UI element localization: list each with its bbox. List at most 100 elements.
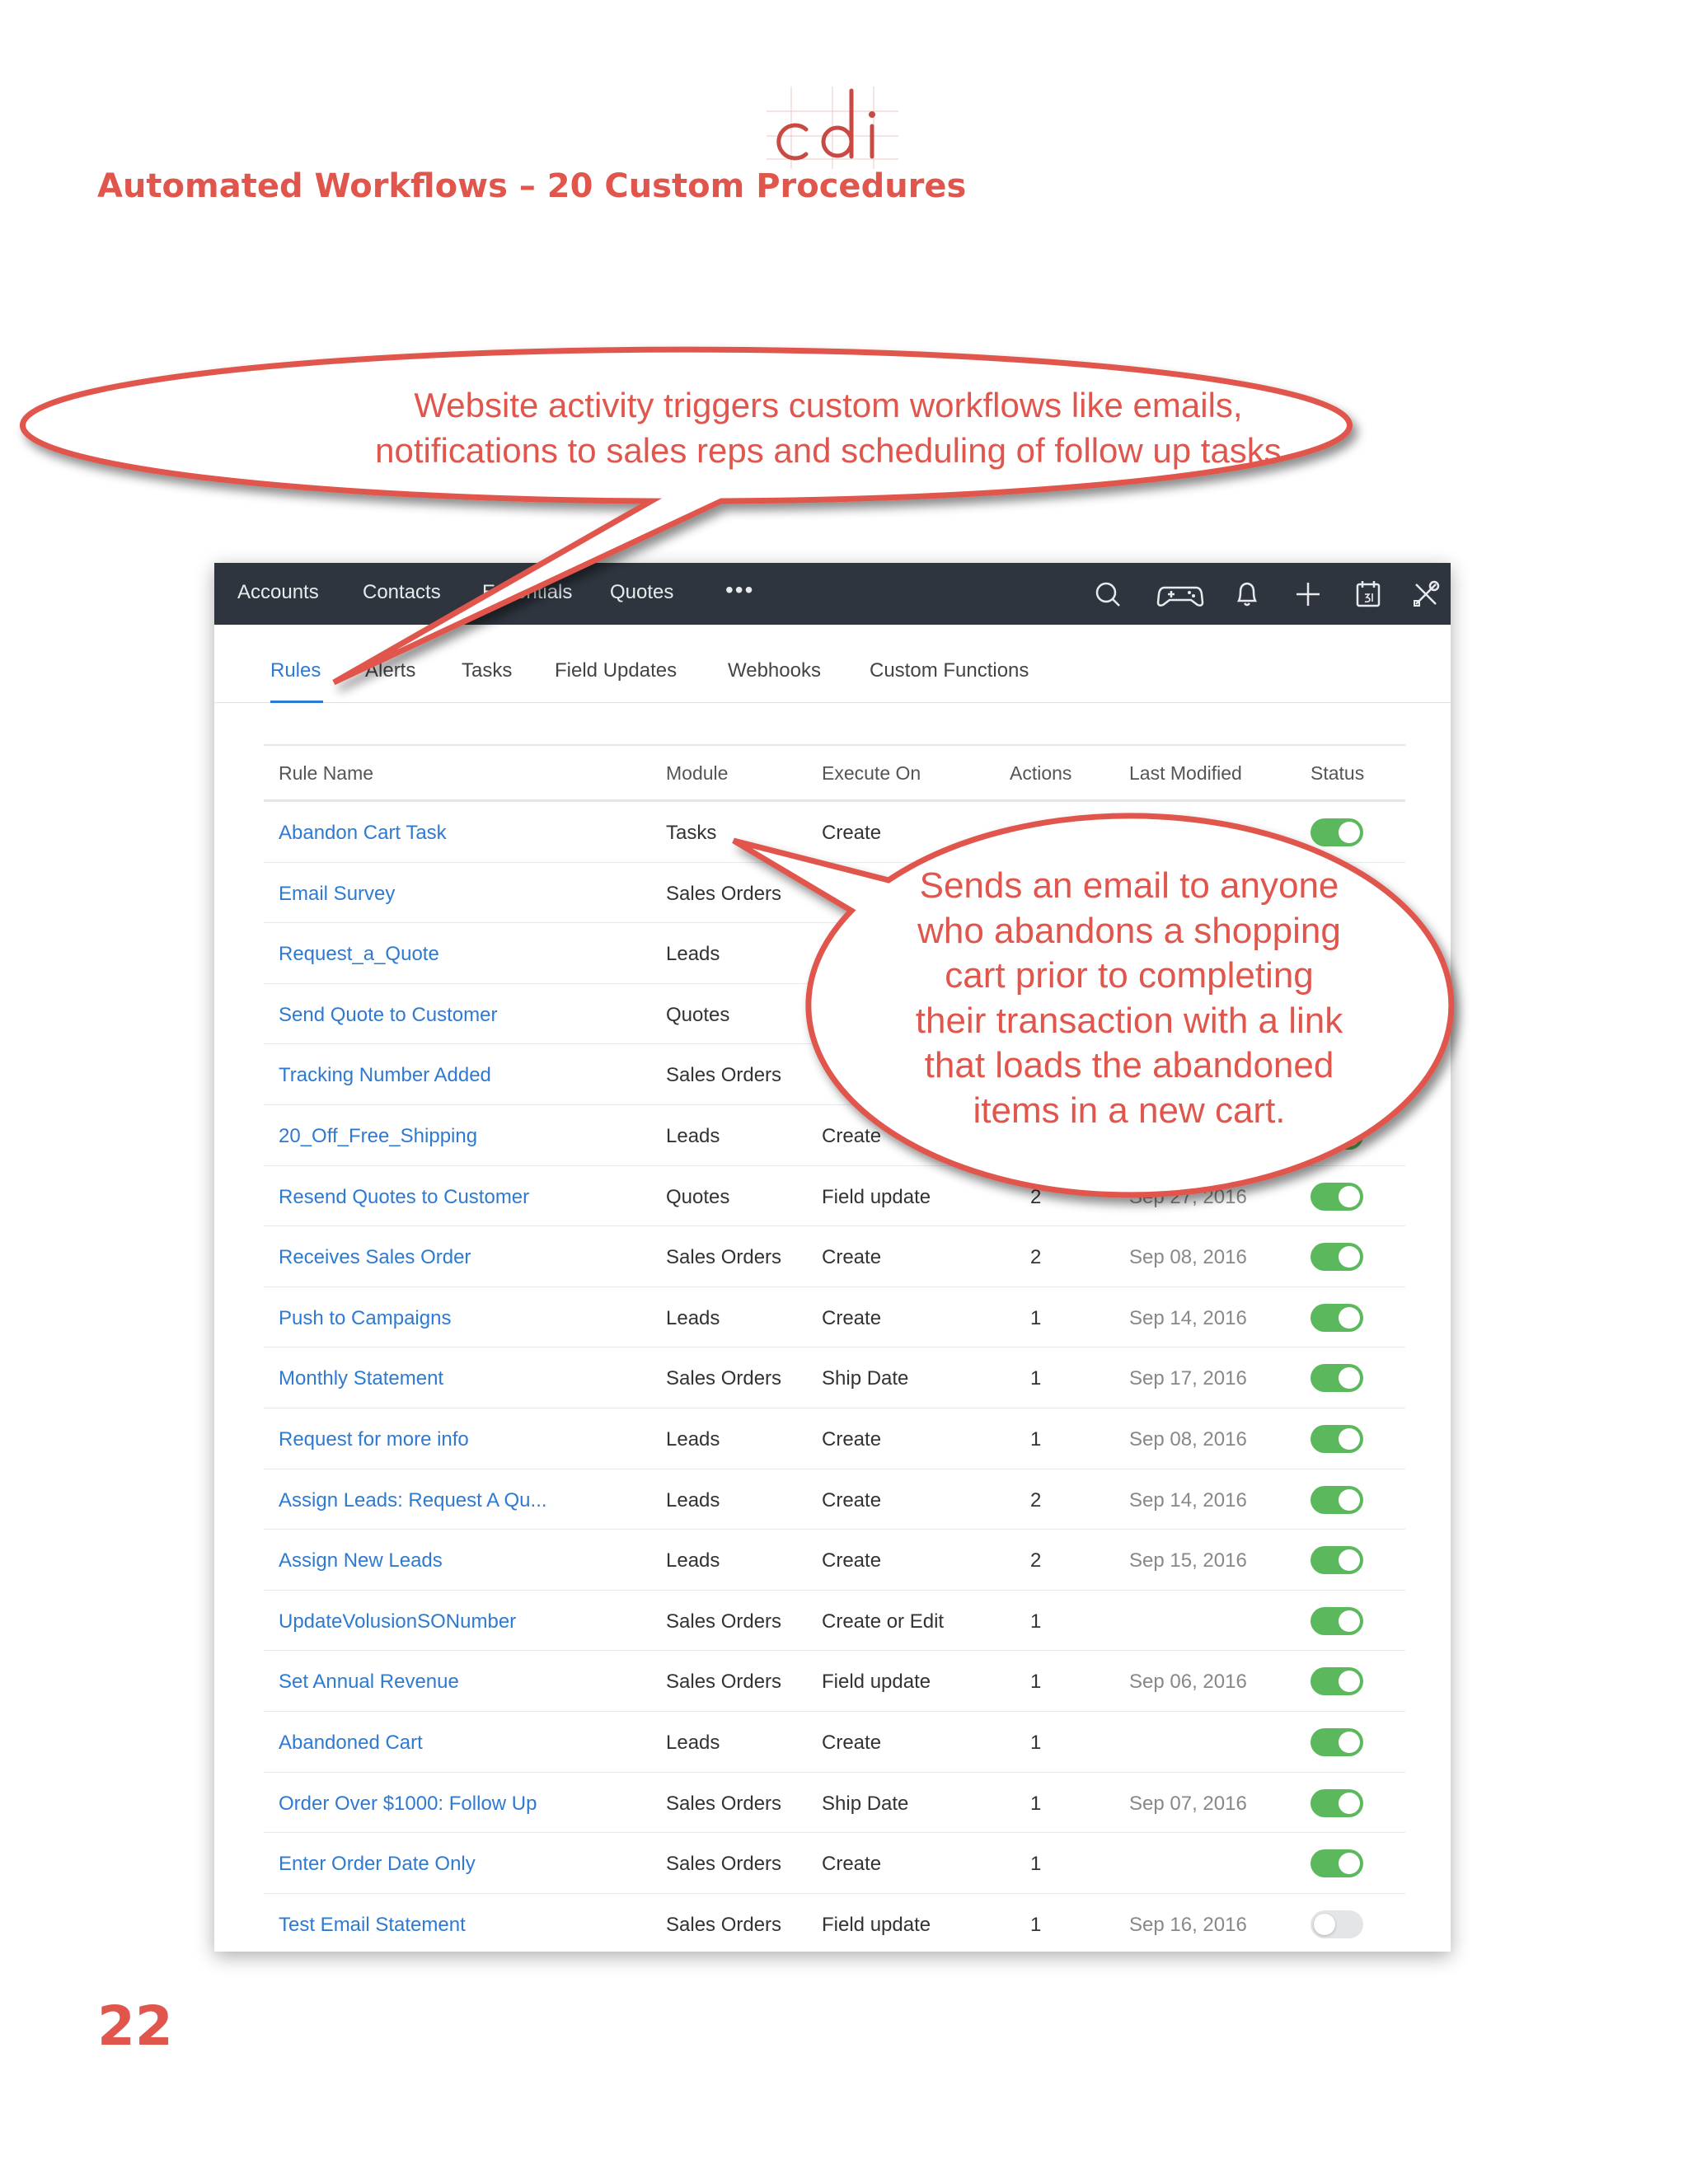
rule-name-link[interactable]: Enter Order Date Only: [279, 1853, 476, 1876]
nav-accounts[interactable]: Accounts: [237, 581, 319, 604]
rule-name-link[interactable]: Resend Quotes to Customer: [279, 1186, 529, 1209]
rule-name-link[interactable]: Assign New Leads: [279, 1549, 443, 1572]
bell-icon[interactable]: [1231, 578, 1264, 611]
module-cell: Leads: [666, 1306, 720, 1329]
rule-name-link[interactable]: Receives Sales Order: [279, 1246, 471, 1269]
rule-name-link[interactable]: Email Survey: [279, 883, 395, 906]
rule-name-link[interactable]: UpdateVolusionSONumber: [279, 1610, 516, 1633]
module-cell: Leads: [666, 1488, 720, 1511]
nav-essentials[interactable]: Essentials: [482, 581, 572, 604]
tab-field-updates[interactable]: Field Updates: [555, 659, 677, 682]
status-toggle[interactable]: [1311, 1485, 1363, 1514]
header-status[interactable]: Status: [1311, 762, 1364, 785]
status-toggle[interactable]: [1311, 1243, 1363, 1272]
table-row[interactable]: Push to Campaigns Leads Create 1 Sep 14, 201…: [264, 1287, 1405, 1348]
last-modified-cell: Sep 14, 2016: [1129, 1488, 1247, 1511]
toggle-knob: [1339, 822, 1360, 843]
rule-name-link[interactable]: Monthly Statement: [279, 1367, 443, 1390]
rule-name-link[interactable]: Abandon Cart Task: [279, 822, 447, 845]
execute-on-cell: Create: [822, 1731, 882, 1754]
actions-count-cell: 1: [1030, 1731, 1042, 1754]
rule-name-link[interactable]: Order Over $1000: Follow Up: [279, 1793, 537, 1816]
module-cell: Sales Orders: [666, 1246, 782, 1269]
actions-count-cell: 1: [1030, 1792, 1042, 1815]
table-row[interactable]: Assign New Leads Leads Create 2 Sep 15, 2016: [264, 1530, 1405, 1591]
table-row[interactable]: Set Annual Revenue Sales Orders Field upda…: [264, 1651, 1405, 1712]
module-cell: Leads: [666, 1427, 720, 1451]
table-row[interactable]: Request for more info Leads Create 1 Sep 08,…: [264, 1408, 1405, 1469]
status-toggle[interactable]: [1311, 1667, 1363, 1696]
last-modified-cell: Sep 16, 2016: [1129, 1913, 1247, 1936]
status-toggle[interactable]: [1311, 1546, 1363, 1575]
tab-webhooks[interactable]: Webhooks: [728, 659, 821, 682]
right-callout-line: who abandons a shopping: [917, 910, 1341, 951]
module-cell: Quotes: [666, 1003, 730, 1026]
tab-tasks[interactable]: Tasks: [462, 659, 512, 682]
last-modified-cell: Sep 08, 2016: [1129, 1246, 1247, 1269]
toggle-knob: [1339, 1367, 1360, 1390]
last-modified-cell: Sep 15, 2016: [1129, 1549, 1247, 1572]
gamepad-icon[interactable]: [1156, 578, 1204, 611]
tools-icon[interactable]: [1409, 578, 1442, 611]
status-toggle[interactable]: [1311, 1910, 1363, 1938]
table-row[interactable]: Receives Sales Order Sales Orders Create 2 S…: [264, 1226, 1405, 1287]
table-row[interactable]: Abandoned Cart Leads Create 1: [264, 1712, 1405, 1773]
crm-workflow-rules-window: Accounts Contacts Essentials Quotes ••• …: [214, 563, 1451, 1952]
status-toggle[interactable]: [1311, 1182, 1363, 1211]
execute-on-cell: Ship Date: [822, 1792, 909, 1815]
table-row[interactable]: Monthly Statement Sales Orders Ship Date 1 S…: [264, 1347, 1405, 1408]
header-module[interactable]: Module: [666, 762, 728, 785]
status-toggle[interactable]: [1311, 1788, 1363, 1817]
table-row[interactable]: Enter Order Date Only Sales Orders Create 1: [264, 1833, 1405, 1894]
active-tab-indicator: [270, 701, 323, 703]
table-row[interactable]: Resend Quotes to Customer Quotes Field upd…: [264, 1166, 1405, 1227]
more-menu-icon[interactable]: •••: [725, 577, 754, 603]
table-row[interactable]: UpdateVolusionSONumber Sales Orders Create…: [264, 1591, 1405, 1652]
nav-quotes[interactable]: Quotes: [610, 581, 673, 604]
status-toggle[interactable]: [1311, 1727, 1363, 1756]
tab-alerts[interactable]: Alerts: [365, 659, 415, 682]
calendar-icon[interactable]: [1352, 578, 1385, 611]
execute-on-cell: Ship Date: [822, 1367, 909, 1390]
header-execute-on[interactable]: Execute On: [822, 762, 921, 785]
rule-name-link[interactable]: Send Quote to Customer: [279, 1004, 497, 1027]
module-cell: Sales Orders: [666, 1610, 782, 1633]
toggle-knob: [1339, 1671, 1360, 1693]
rule-name-link[interactable]: Push to Campaigns: [279, 1307, 451, 1330]
tab-custom-functions[interactable]: Custom Functions: [870, 659, 1029, 682]
tab-rules[interactable]: Rules: [270, 659, 321, 682]
execute-on-cell: Create: [822, 1427, 882, 1451]
table-row[interactable]: Order Over $1000: Follow Up Sales Orders S…: [264, 1773, 1405, 1834]
table-row[interactable]: Test Email Statement Sales Orders Field up…: [264, 1894, 1405, 1952]
header-rule-name[interactable]: Rule Name: [279, 762, 373, 785]
rule-name-link[interactable]: 20_Off_Free_Shipping: [279, 1125, 477, 1148]
search-icon[interactable]: [1092, 578, 1125, 611]
header-actions[interactable]: Actions: [1010, 762, 1071, 785]
rule-name-link[interactable]: Assign Leads: Request A Qu...: [279, 1489, 547, 1512]
rule-name-link[interactable]: Test Email Statement: [279, 1914, 466, 1937]
rule-name-link[interactable]: Abandoned Cart: [279, 1732, 423, 1755]
cdi-logo: [767, 78, 898, 173]
rule-name-link[interactable]: Tracking Number Added: [279, 1064, 491, 1087]
module-cell: Quotes: [666, 1185, 730, 1208]
status-toggle[interactable]: [1311, 1303, 1363, 1332]
rule-name-link[interactable]: Request_a_Quote: [279, 943, 439, 966]
rule-name-link[interactable]: Set Annual Revenue: [279, 1671, 459, 1694]
status-toggle[interactable]: [1311, 818, 1363, 846]
execute-on-cell: Create: [822, 1246, 882, 1269]
toggle-knob: [1339, 1549, 1360, 1572]
right-callout-line: cart prior to completing: [945, 955, 1314, 996]
rule-name-link[interactable]: Request for more info: [279, 1428, 469, 1451]
nav-contacts[interactable]: Contacts: [363, 581, 441, 604]
table-row[interactable]: Assign Leads: Request A Qu... Leads Create…: [264, 1469, 1405, 1530]
status-toggle[interactable]: [1311, 1364, 1363, 1393]
execute-on-cell: Field update: [822, 1185, 931, 1208]
header-last-modified[interactable]: Last Modified: [1129, 762, 1242, 785]
toggle-knob: [1339, 1246, 1360, 1268]
status-toggle[interactable]: [1311, 1606, 1363, 1635]
table-row[interactable]: Abandon Cart Task Tasks Create: [264, 802, 1405, 863]
last-modified-cell: Sep 17, 2016: [1129, 1367, 1247, 1390]
plus-icon[interactable]: [1292, 578, 1325, 611]
status-toggle[interactable]: [1311, 1849, 1363, 1878]
status-toggle[interactable]: [1311, 1424, 1363, 1453]
